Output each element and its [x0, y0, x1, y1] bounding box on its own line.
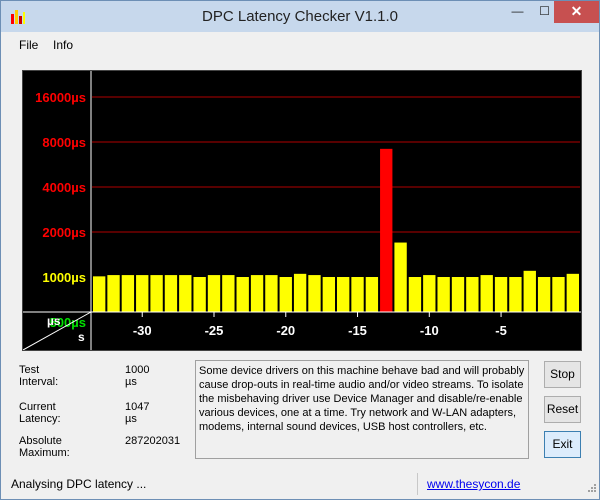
latency-bar — [509, 277, 522, 312]
close-button[interactable]: ✕ — [554, 1, 599, 23]
status-divider — [417, 473, 418, 495]
absolute-max-label: Absolute Maximum: — [19, 435, 70, 459]
x-tick-label: -5 — [495, 323, 507, 338]
latency-bar — [193, 277, 206, 312]
test-interval-value: 1000 µs — [125, 364, 150, 388]
latency-chart-svg: 16000µs8000µs4000µs2000µs1000µs500µs -30… — [23, 71, 581, 350]
latency-bar — [552, 277, 565, 312]
x-tick-label: -15 — [348, 323, 367, 338]
latency-bar — [523, 270, 536, 312]
latency-bar — [150, 275, 163, 312]
latency-bar — [107, 275, 120, 312]
menu-file[interactable]: File — [19, 38, 38, 52]
x-tick-label: -20 — [276, 323, 295, 338]
reset-button[interactable]: Reset — [544, 396, 581, 423]
latency-bar — [222, 275, 235, 312]
corner-y-unit: µs — [47, 314, 61, 328]
latency-bar — [308, 275, 321, 312]
latency-bar — [293, 273, 307, 312]
latency-bar — [437, 277, 450, 312]
latency-bar — [394, 242, 407, 312]
absolute-max-value: 287202031 — [125, 435, 181, 447]
latency-bar — [365, 277, 379, 312]
menu-info[interactable]: Info — [53, 38, 73, 52]
minimize-button[interactable]: — — [504, 1, 531, 23]
exit-button[interactable]: Exit — [544, 431, 581, 458]
latency-bar — [121, 275, 135, 312]
title-bar[interactable]: DPC Latency Checker V1.1.0 — ☐ ✕ — [1, 1, 599, 32]
stop-button[interactable]: Stop — [544, 361, 581, 388]
y-tick-label: 1000µs — [42, 270, 86, 285]
latency-bar — [480, 275, 493, 312]
website-link[interactable]: www.thesycon.de — [427, 477, 520, 491]
latency-bar — [279, 277, 292, 312]
x-tick-label: -10 — [420, 323, 439, 338]
current-latency-value: 1047 µs — [125, 401, 150, 425]
latency-bar — [136, 275, 149, 312]
status-bar: Analysing DPC latency ... www.thesycon.d… — [1, 469, 599, 499]
latency-bar — [537, 277, 551, 312]
status-text: Analysing DPC latency ... — [11, 477, 147, 491]
y-tick-label: 2000µs — [42, 225, 86, 240]
latency-bar — [322, 277, 335, 312]
menu-bar: File Info — [1, 32, 599, 57]
y-tick-label: 16000µs — [35, 90, 86, 105]
latency-chart: 16000µs 8000µs 4000µs 2000µs 1000µs 500µs -30… — [22, 70, 582, 351]
latency-bar — [93, 276, 106, 312]
test-interval-label: Test Interval: — [19, 364, 59, 388]
latency-bar — [380, 148, 393, 312]
corner-x-unit: s — [78, 330, 85, 344]
latency-bar — [423, 275, 436, 312]
diagnostic-message: Some device drivers on this machine beha… — [195, 360, 529, 459]
current-latency-label: Current Latency: — [19, 401, 61, 425]
y-tick-label: 8000µs — [42, 135, 86, 150]
app-window: DPC Latency Checker V1.1.0 — ☐ ✕ File In… — [0, 0, 600, 500]
latency-bar — [179, 275, 192, 312]
latency-bar — [337, 277, 350, 312]
latency-bar — [207, 275, 221, 312]
latency-bar — [265, 275, 278, 312]
latency-bar — [451, 277, 465, 312]
latency-bar — [250, 275, 264, 312]
latency-bar — [164, 275, 178, 312]
latency-bar — [351, 277, 364, 312]
latency-bar — [466, 277, 479, 312]
latency-bar — [408, 277, 422, 312]
resize-grip-icon[interactable] — [585, 483, 597, 495]
x-tick-label: -30 — [133, 323, 152, 338]
latency-bar — [236, 277, 249, 312]
y-tick-label: 4000µs — [42, 180, 86, 195]
x-tick-label: -25 — [205, 323, 224, 338]
latency-bar — [494, 277, 508, 312]
latency-bar — [566, 273, 579, 312]
